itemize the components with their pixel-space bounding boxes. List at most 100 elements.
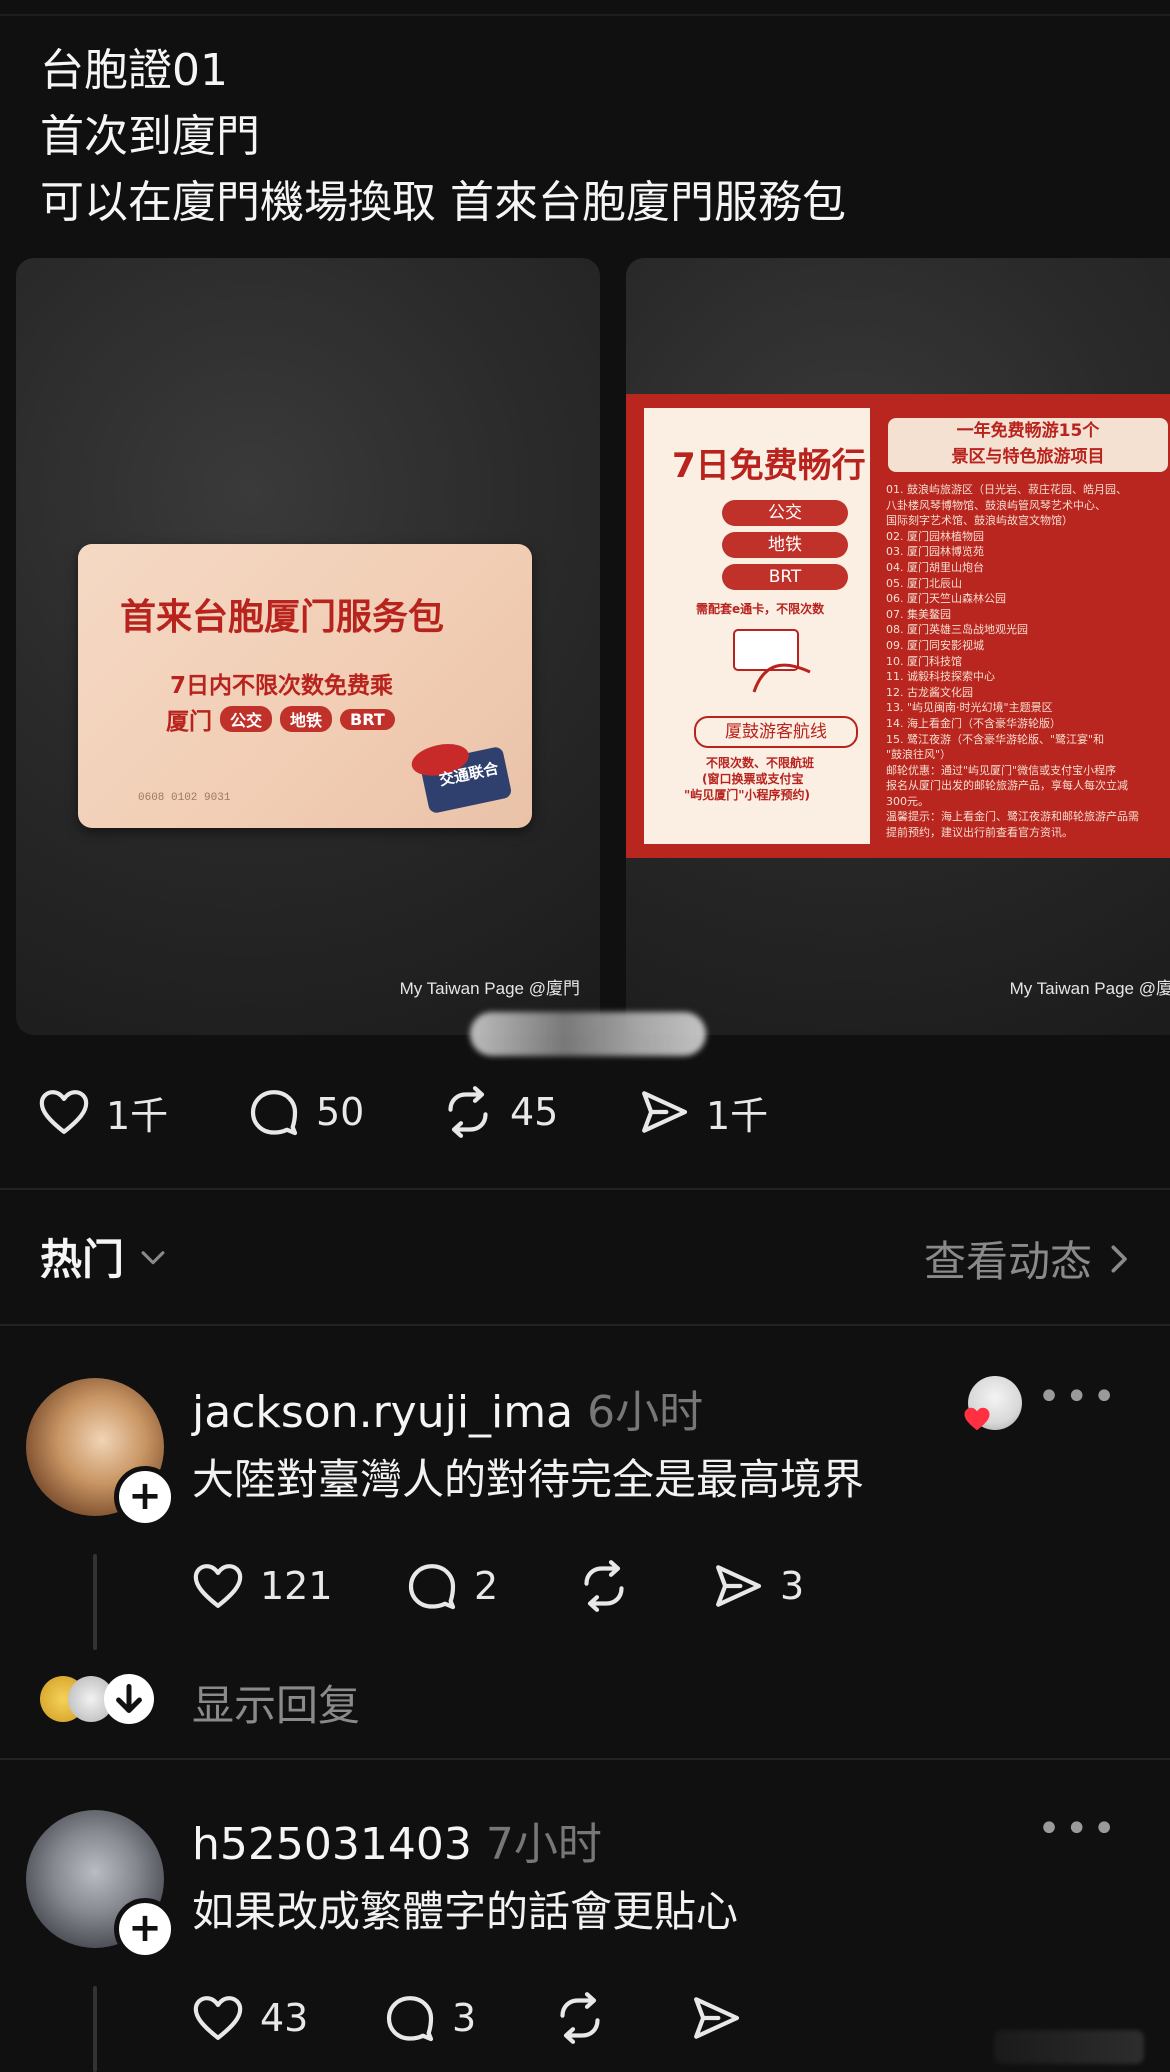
post-line: 首次到廈門 xyxy=(40,111,260,162)
attraction-item: 05. 厦门北辰山 xyxy=(886,576,962,590)
ferry-note: "屿见厦门"小程序预约) xyxy=(684,788,810,802)
comment-icon xyxy=(408,1564,456,1610)
photo-watermark: My Taiwan Page @廈門 xyxy=(1009,979,1170,998)
flyer-right-heading: 一年免费畅游15个 景区与特色旅游项目 xyxy=(888,418,1168,472)
mode-pill: 地铁 xyxy=(280,706,333,732)
sort-label: 热门 xyxy=(40,1235,125,1284)
flyer-heading: 7日免费畅行 xyxy=(672,446,866,486)
chevron-right-icon xyxy=(1111,1245,1127,1272)
photo-card[interactable]: 首来台胞厦门服务包 7日内不限次数免费乘 厦门 公交 地铁 BRT 0608 0… xyxy=(16,258,600,1035)
attraction-item: 03. 厦门园林博览苑 xyxy=(886,545,984,559)
media-carousel[interactable]: 首来台胞厦门服务包 7日内不限次数免费乘 厦门 公交 地铁 BRT 0608 0… xyxy=(16,258,1170,1035)
follow-button[interactable]: + xyxy=(114,1898,176,1960)
view-activity-link[interactable]: 查看动态 xyxy=(924,1228,1134,1289)
attraction-item: 10. 厦门科技馆 xyxy=(886,654,962,668)
reply-avatars[interactable] xyxy=(40,1672,160,1728)
share-count: 3 xyxy=(780,1564,805,1608)
flyer-note: 需配套e通卡，不限次数 xyxy=(696,602,825,616)
share-count: 1千 xyxy=(706,1093,769,1138)
more-icon[interactable]: ••• xyxy=(1037,1374,1120,1420)
attraction-item: 300元。 xyxy=(886,794,929,808)
attraction-item: 报名从厦门出发的邮轮旅游产品，享每人每次立减 xyxy=(886,779,1128,793)
flyer-left-panel: 7日免费畅行 公交 地铁 BRT 需配套e通卡，不限次数 厦鼓游客航线 不限次数… xyxy=(644,408,870,844)
sort-selector[interactable]: 热门 xyxy=(40,1226,170,1287)
ferry-note: (窗口换票或支付宝 xyxy=(702,772,804,786)
comment-icon xyxy=(250,1090,298,1136)
repost-button[interactable]: 45 xyxy=(440,1084,558,1140)
heart-icon xyxy=(193,1564,243,1608)
attraction-item: 06. 厦门天竺山森林公园 xyxy=(886,592,1006,606)
attraction-item: 11. 诚毅科技探索中心 xyxy=(886,670,995,684)
attraction-item: 12. 古龙酱文化园 xyxy=(886,685,973,699)
reply-button[interactable]: 2 xyxy=(404,1558,498,1614)
like-button[interactable]: 1千 xyxy=(36,1084,168,1140)
attraction-item: 15. 鹭江夜游（不含豪华游轮版、"鹭江宴"和 xyxy=(886,732,1105,746)
mode-pill: BRT xyxy=(340,708,395,730)
comment-count: 50 xyxy=(316,1090,365,1134)
ferry-label: 厦鼓游客航线 xyxy=(694,716,858,748)
username[interactable]: h525031403 xyxy=(192,1819,472,1870)
attraction-list: 01. 鼓浪屿旅游区（日光岩、菽庄花园、皓月园、 八卦楼风琴博物馆、鼓浪屿管风琴… xyxy=(886,482,1170,841)
comment-text: 如果改成繁體字的話會更貼心 xyxy=(192,1887,739,1936)
share-icon xyxy=(642,1091,688,1133)
share-icon xyxy=(694,1997,740,2039)
attraction-item: 01. 鼓浪屿旅游区（日光岩、菽庄花园、皓月园、 xyxy=(886,483,1127,496)
thread-line xyxy=(93,1986,97,2072)
share-button[interactable]: 3 xyxy=(710,1558,804,1614)
thread-line xyxy=(93,1554,97,1650)
repost-icon xyxy=(584,1560,624,1612)
activity-label: 查看动态 xyxy=(923,1237,1092,1286)
divider xyxy=(0,1188,1170,1190)
follow-button[interactable]: + xyxy=(114,1466,176,1528)
comment-button[interactable]: 50 xyxy=(246,1084,364,1140)
photo-watermark: My Taiwan Page @廈門 xyxy=(399,979,580,998)
reply-count: 3 xyxy=(452,1996,477,2040)
blurred-watermark xyxy=(994,2030,1144,2064)
card-subtitle: 7日内不限次数免费乘 xyxy=(170,673,394,699)
attraction-item: 13. "屿见闽南·时光幻境"主题景区 xyxy=(886,701,1053,715)
card-title: 首来台胞厦门服务包 xyxy=(120,597,445,638)
attraction-item: 07. 集美鳌园 xyxy=(886,607,951,621)
chevron-down-icon xyxy=(141,1250,165,1264)
card-city: 厦门 xyxy=(166,709,212,735)
comment-text: 大陸對臺灣人的對待完全是最高境界 xyxy=(192,1455,865,1504)
like-count: 43 xyxy=(260,1996,309,2040)
author-heart-icon xyxy=(964,1407,990,1431)
photo-flyer[interactable]: 7日免费畅行 公交 地铁 BRT 需配套e通卡，不限次数 厦鼓游客航线 不限次数… xyxy=(626,258,1170,1035)
card-modes: 厦门 公交 地铁 BRT xyxy=(166,702,395,736)
arrow-down-icon xyxy=(104,1674,154,1724)
card-tap-icon xyxy=(733,629,811,693)
like-count: 121 xyxy=(260,1564,333,1608)
show-replies-link[interactable]: 显示回复 xyxy=(192,1672,360,1733)
share-button[interactable] xyxy=(688,1990,744,2046)
attraction-item: "鼓浪往风"） xyxy=(886,748,952,762)
comment-time: 6小时 xyxy=(587,1387,704,1438)
share-button[interactable]: 1千 xyxy=(636,1084,768,1140)
heart-icon xyxy=(193,1996,243,2040)
mode-pill: 公交 xyxy=(722,500,848,526)
heart-icon xyxy=(39,1090,89,1134)
comment-header: jackson.ryuji_ima 6小时 xyxy=(192,1376,703,1440)
like-button[interactable]: 43 xyxy=(190,1990,308,2046)
more-icon[interactable]: ••• xyxy=(1037,1806,1120,1852)
like-button[interactable]: 121 xyxy=(190,1558,333,1614)
repost-icon xyxy=(560,1992,600,2044)
flyer: 7日免费畅行 公交 地铁 BRT 需配套e通卡，不限次数 厦鼓游客航线 不限次数… xyxy=(626,394,1170,858)
username[interactable]: jackson.ryuji_ima xyxy=(192,1387,573,1438)
post-text: 台胞證01 首次到廈門 可以在廈門機場換取 首來台胞廈門服務包 xyxy=(40,38,846,236)
repost-button[interactable] xyxy=(552,1990,608,2046)
reply-button[interactable]: 3 xyxy=(382,1990,476,2046)
attraction-item: 八卦楼风琴博物馆、鼓浪屿管风琴艺术中心、 xyxy=(886,498,1106,512)
attraction-item: 04. 厦门胡里山炮台 xyxy=(886,560,984,574)
comment-header: h525031403 7小时 xyxy=(192,1808,602,1872)
post-line: 台胞證01 xyxy=(40,45,228,96)
like-count: 1千 xyxy=(106,1093,169,1138)
attraction-item: 08. 厦门英雄三岛战地观光园 xyxy=(886,623,1028,637)
flyer-heading-line: 一年免费畅游15个 xyxy=(956,421,1100,441)
attraction-item: 国际刻字艺术馆、鼓浪屿故宫文物馆） xyxy=(886,514,1073,528)
repost-count: 45 xyxy=(510,1090,559,1134)
repost-button[interactable] xyxy=(576,1558,632,1614)
flyer-heading-line: 景区与特色旅游项目 xyxy=(951,447,1105,467)
repost-icon xyxy=(448,1086,488,1138)
plus-icon: + xyxy=(128,1473,162,1519)
